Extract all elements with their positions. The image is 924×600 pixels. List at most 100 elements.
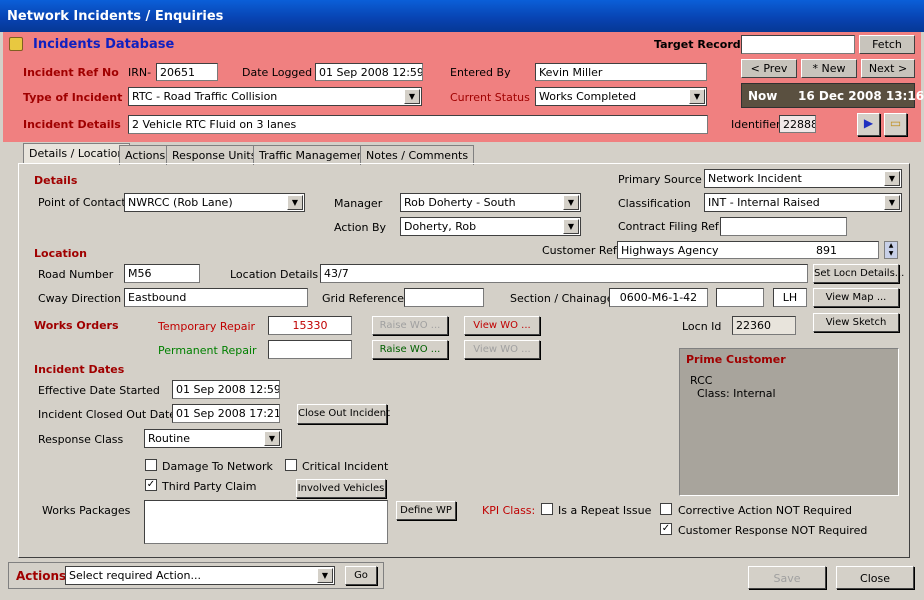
irn-field[interactable]: 20651	[156, 63, 218, 81]
repeat-issue-label: Is a Repeat Issue	[558, 504, 652, 517]
temporary-repair-field[interactable]: 15330	[268, 316, 352, 335]
customer-ref-field[interactable]: Highways Agency 891	[617, 241, 879, 259]
tab-details-location[interactable]: Details / Location	[23, 143, 131, 164]
section-field[interactable]: 0600-M6-1-42	[609, 288, 708, 307]
new-button[interactable]: * New	[801, 59, 857, 78]
contract-filing-label: Contract Filing Ref	[618, 220, 719, 233]
action-by-label: Action By	[334, 221, 387, 234]
response-class-label: Response Class	[38, 433, 124, 446]
prime-customer-box	[679, 348, 899, 496]
view-map-button[interactable]: View Map ...	[813, 288, 899, 307]
chevron-down-icon[interactable]: ▼	[563, 195, 579, 210]
status-value: Works Completed	[539, 90, 637, 103]
response-class-select[interactable]: Routine ▼	[144, 429, 282, 448]
road-field[interactable]: M56	[124, 264, 200, 283]
entered-by-label: Entered By	[450, 66, 511, 79]
poc-select[interactable]: NWRCC (Rob Lane) ▼	[124, 193, 305, 212]
primary-source-label: Primary Source	[618, 173, 702, 186]
identifier-label: Identifier	[731, 118, 781, 131]
locn-id-field: 22360	[732, 316, 796, 335]
contract-filing-field[interactable]	[720, 217, 847, 236]
closed-date-field[interactable]: 01 Sep 2008 17:21	[172, 404, 280, 423]
customer-response-checkbox[interactable]: ✓	[660, 523, 672, 535]
define-wp-button[interactable]: Define WP	[396, 501, 456, 520]
location-details-field[interactable]: 43/7	[320, 264, 808, 283]
prev-button[interactable]: < Prev	[741, 59, 797, 78]
save-button[interactable]: Save	[748, 566, 826, 589]
chevron-down-icon[interactable]: ▼	[884, 171, 900, 186]
chevron-down-icon[interactable]: ▼	[563, 219, 579, 234]
side-field[interactable]: LH	[773, 288, 807, 307]
section-chainage-label: Section / Chainage	[510, 292, 614, 305]
critical-checkbox[interactable]	[285, 459, 297, 471]
chevron-down-icon[interactable]: ▼	[404, 89, 420, 104]
third-party-checkbox[interactable]: ✓	[145, 479, 157, 491]
works-packages-list[interactable]	[144, 500, 388, 544]
action-by-select[interactable]: Doherty, Rob ▼	[400, 217, 581, 236]
type-select[interactable]: RTC - Road Traffic Collision ▼	[128, 87, 422, 106]
manager-select[interactable]: Rob Doherty - South ▼	[400, 193, 581, 212]
damage-checkbox[interactable]	[145, 459, 157, 471]
folder-icon[interactable]: ▭	[884, 113, 907, 136]
set-locn-details-button[interactable]: Set Locn Details...	[813, 264, 904, 283]
chevron-down-icon[interactable]: ▼	[264, 431, 280, 446]
permanent-repair-field[interactable]	[268, 340, 352, 359]
manager-value: Rob Doherty - South	[404, 196, 516, 209]
works-packages-label: Works Packages	[42, 504, 131, 517]
actions-select[interactable]: Select required Action... ▼	[65, 566, 335, 585]
tab-actions[interactable]: Actions	[119, 145, 172, 165]
irn-prefix: IRN-	[128, 66, 152, 79]
third-party-label: Third Party Claim	[162, 480, 257, 493]
poc-value: NWRCC (Rob Lane)	[128, 196, 233, 209]
chevron-down-icon[interactable]: ▼	[317, 568, 333, 583]
chevron-down-icon[interactable]: ▼	[287, 195, 303, 210]
spinner-icon[interactable]: ▲ ▼	[884, 241, 898, 259]
primary-source-select[interactable]: Network Incident ▼	[704, 169, 902, 188]
tab-response-units[interactable]: Response Units	[166, 145, 263, 165]
involved-vehicles-button[interactable]: Involved Vehicles	[296, 479, 386, 498]
manager-label: Manager	[334, 197, 383, 210]
cway-label: Cway Direction	[38, 292, 122, 305]
classification-value: INT - Internal Raised	[708, 196, 820, 209]
cway-field[interactable]: Eastbound	[124, 288, 308, 307]
date-logged-field[interactable]: 01 Sep 2008 12:59	[315, 63, 423, 81]
grid-reference-field[interactable]	[404, 288, 484, 307]
incident-dates-section-title: Incident Dates	[34, 363, 125, 376]
type-value: RTC - Road Traffic Collision	[132, 90, 278, 103]
chevron-down-icon[interactable]: ▼	[884, 195, 900, 210]
entered-by-field[interactable]: Kevin Miller	[535, 63, 707, 81]
tab-traffic-management[interactable]: Traffic Management	[253, 145, 375, 165]
target-record-input[interactable]	[741, 35, 855, 54]
poc-label: Point of Contact	[38, 196, 126, 209]
status-select[interactable]: Works Completed ▼	[535, 87, 707, 106]
repeat-issue-checkbox[interactable]	[541, 503, 553, 515]
location-details-label: Location Details	[230, 268, 319, 281]
tab-notes-comments[interactable]: Notes / Comments	[360, 145, 475, 165]
date-logged-label: Date Logged	[242, 66, 313, 79]
view-wo-temp-button[interactable]: View WO ...	[464, 316, 540, 335]
go-button[interactable]: Go	[345, 566, 377, 585]
view-sketch-button[interactable]: View Sketch	[813, 313, 899, 332]
grid-reference-label: Grid Reference	[322, 292, 404, 305]
effective-date-label: Effective Date Started	[38, 384, 160, 397]
chevron-down-icon[interactable]: ▼	[689, 89, 705, 104]
view-wo-perm-button[interactable]: View WO ...	[464, 340, 540, 359]
incident-ref-label: Incident Ref No	[23, 66, 119, 79]
corrective-action-checkbox[interactable]	[660, 503, 672, 515]
details-field[interactable]: 2 Vehicle RTC Fluid on 3 lanes	[128, 115, 708, 134]
fetch-button[interactable]: Fetch	[859, 35, 915, 54]
close-out-incident-button[interactable]: Close Out Incident	[297, 404, 390, 424]
raise-wo-temp-button[interactable]: Raise WO ...	[372, 316, 448, 335]
now-label: Now	[748, 89, 778, 103]
prime-customer-title: Prime Customer	[686, 353, 786, 366]
play-icon[interactable]: ▶	[857, 113, 880, 136]
chainage-field[interactable]	[716, 288, 764, 307]
customer-ref-value: Highways Agency	[621, 244, 719, 257]
lock-icon	[9, 37, 23, 51]
next-button[interactable]: Next >	[861, 59, 915, 78]
classification-select[interactable]: INT - Internal Raised ▼	[704, 193, 902, 212]
effective-date-field[interactable]: 01 Sep 2008 12:59	[172, 380, 280, 399]
customer-response-label: Customer Response NOT Required	[678, 524, 868, 537]
raise-wo-perm-button[interactable]: Raise WO ...	[372, 340, 448, 359]
close-button[interactable]: Close	[836, 566, 914, 589]
